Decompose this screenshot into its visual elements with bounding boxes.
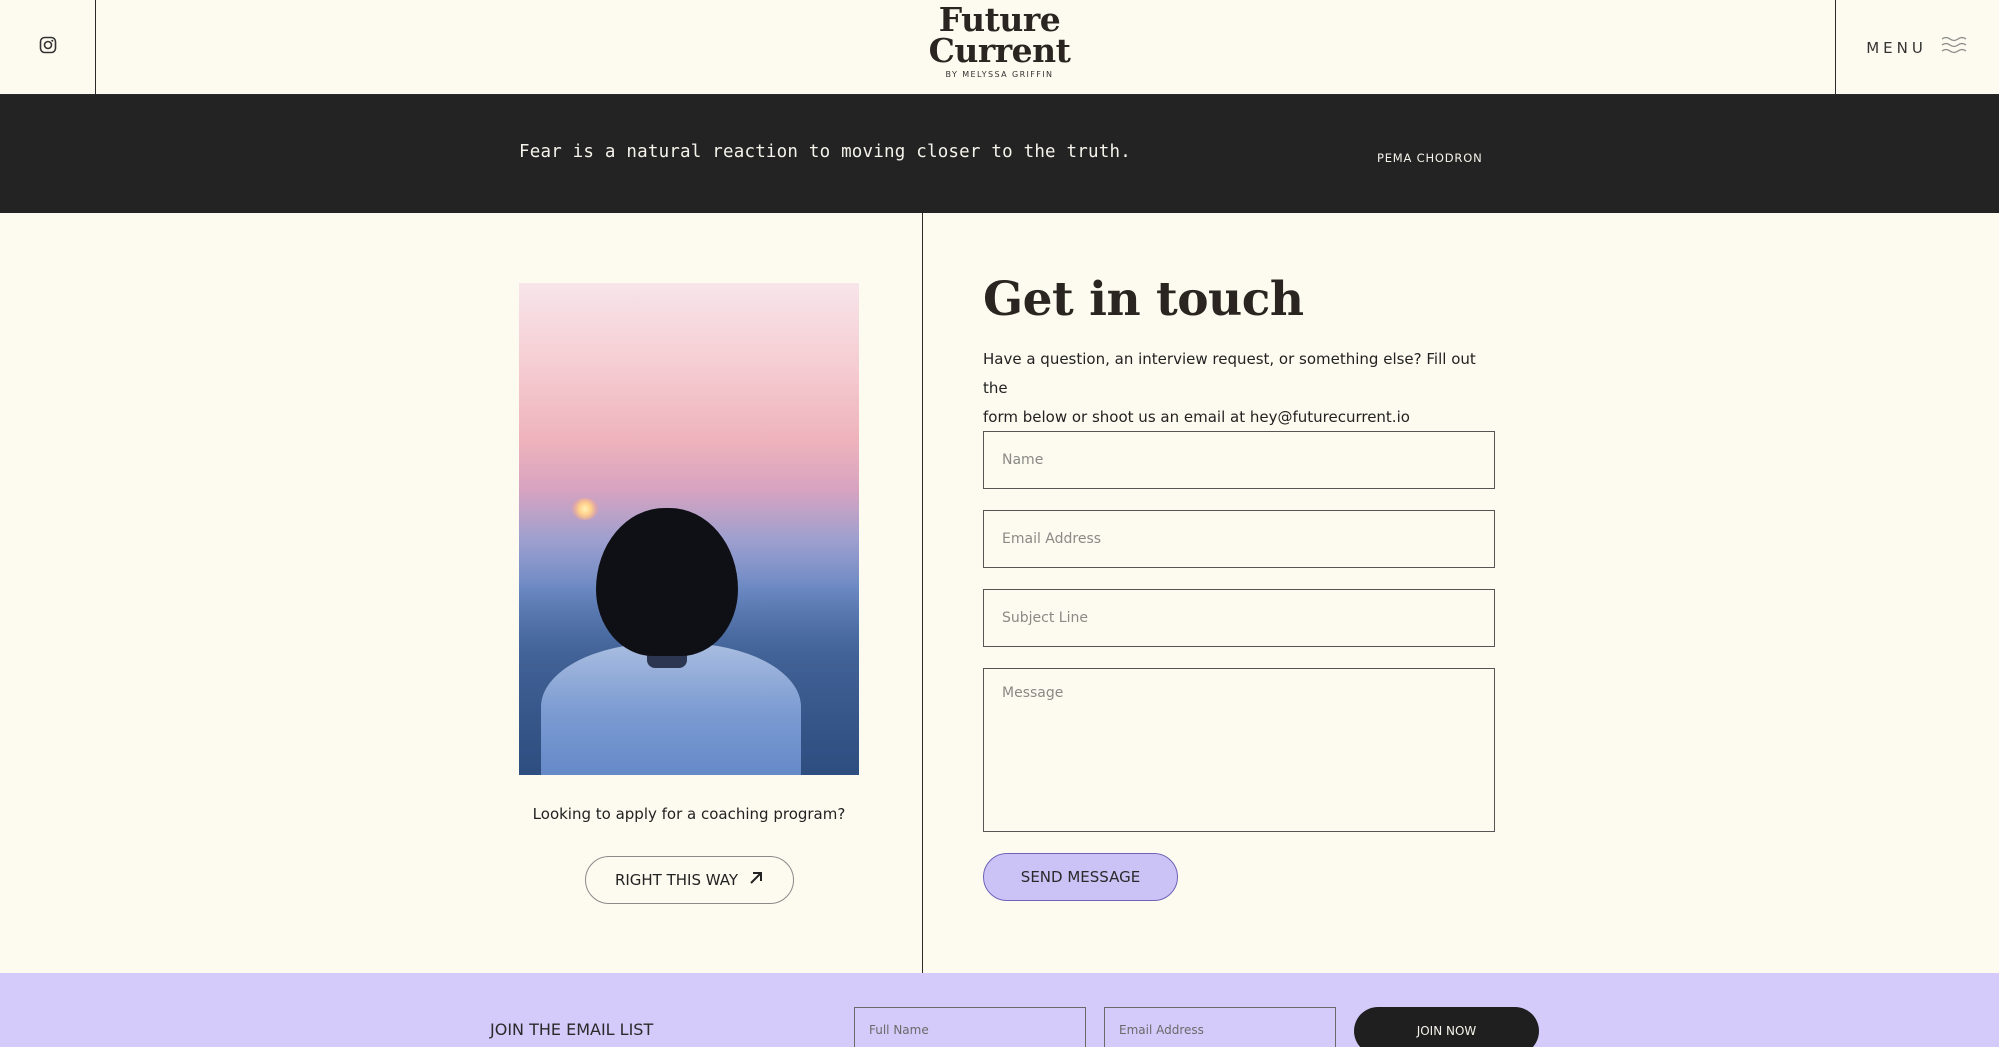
right-this-way-label: RIGHT THIS WAY xyxy=(614,871,739,889)
menu-label: MENU xyxy=(1866,38,1927,57)
sunset-photo xyxy=(519,283,859,775)
contact-description-line-2: form below or shoot us an email at hey@f… xyxy=(983,408,1410,426)
contact-description-line-1: Have a question, an interview request, o… xyxy=(983,350,1476,397)
logo-byline: BY MELYSSA GRIFFIN xyxy=(945,70,1054,79)
column-divider xyxy=(922,213,923,973)
quote-text: Fear is a natural reaction to moving clo… xyxy=(519,142,1131,162)
menu-button[interactable]: MENU xyxy=(1835,0,1999,95)
join-now-button[interactable]: JOIN NOW xyxy=(1354,1007,1539,1047)
email-list-label: JOIN THE EMAIL LIST xyxy=(490,1020,654,1039)
wave-menu-icon xyxy=(1941,35,1969,60)
full-name-input[interactable] xyxy=(854,1007,1086,1047)
coaching-prompt: Looking to apply for a coaching program? xyxy=(532,805,846,823)
quote-banner: Fear is a natural reaction to moving clo… xyxy=(0,95,1999,213)
email-input[interactable] xyxy=(983,510,1495,568)
subject-input[interactable] xyxy=(983,589,1495,647)
quote-author: PEMA CHODRON xyxy=(1377,151,1483,165)
contact-title: Get in touch xyxy=(983,272,1304,327)
contact-description: Have a question, an interview request, o… xyxy=(983,345,1503,432)
site-header: Future Current BY MELYSSA GRIFFIN MENU xyxy=(0,0,1999,95)
newsletter-email-input[interactable] xyxy=(1104,1007,1336,1047)
message-textarea[interactable] xyxy=(983,668,1495,832)
site-logo[interactable]: Future Current BY MELYSSA GRIFFIN xyxy=(928,3,1071,79)
arrow-up-right-icon xyxy=(748,870,764,890)
email-list-band: JOIN THE EMAIL LIST JOIN NOW xyxy=(0,973,1999,1047)
right-this-way-button[interactable]: RIGHT THIS WAY xyxy=(585,856,794,904)
name-input[interactable] xyxy=(983,431,1495,489)
photo-sun xyxy=(572,498,598,520)
instagram-link[interactable] xyxy=(0,0,96,95)
send-message-button[interactable]: SEND MESSAGE xyxy=(983,853,1178,901)
instagram-icon[interactable] xyxy=(39,36,57,59)
photo-head xyxy=(596,508,738,656)
logo-line-current: Current xyxy=(928,31,1071,70)
